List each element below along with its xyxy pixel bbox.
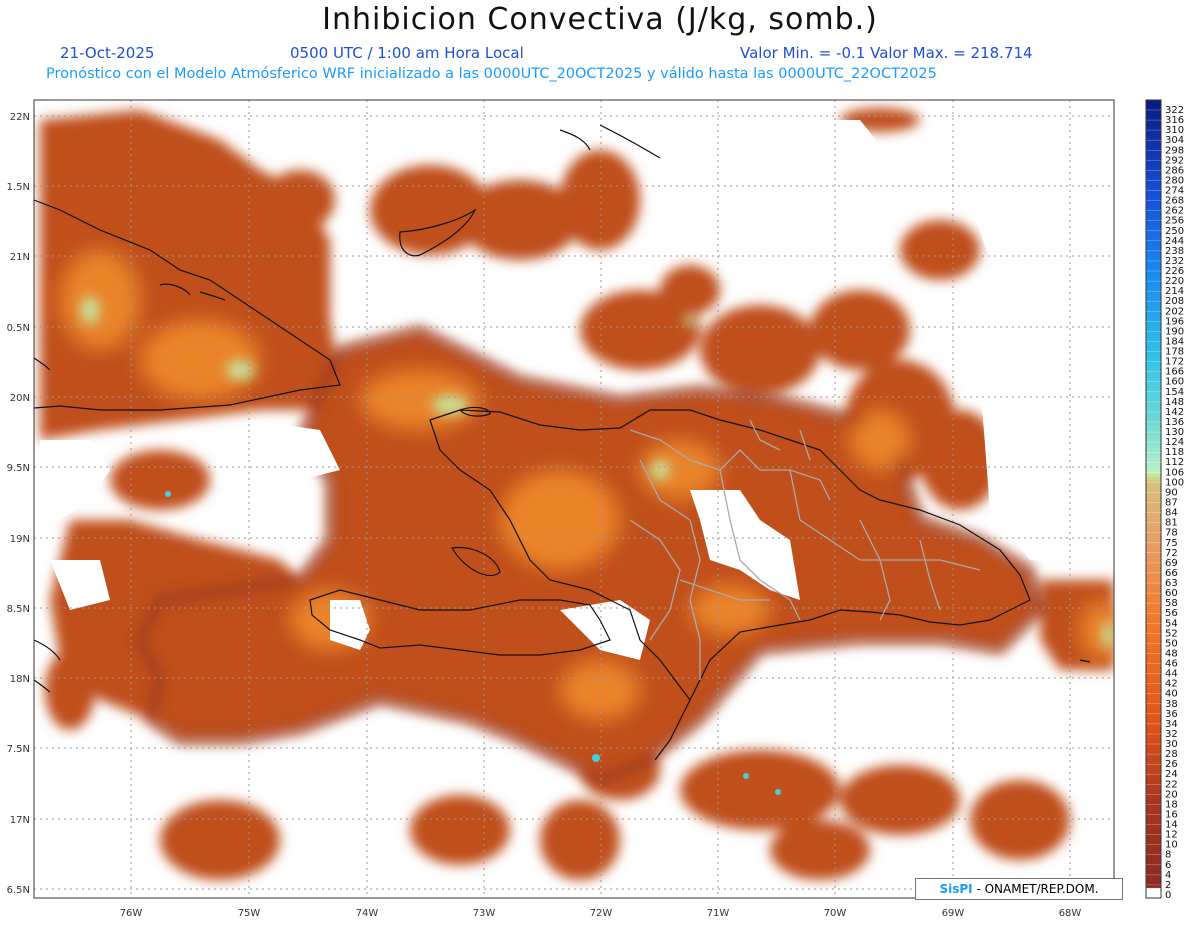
lon-label: 73W [473, 908, 496, 919]
lat-label: 9.5N [7, 463, 30, 474]
lat-label: 0.5N [7, 323, 30, 334]
lat-label: 21N [10, 252, 30, 263]
lon-label: 72W [590, 908, 613, 919]
lat-label: 6.5N [7, 885, 30, 896]
lat-label: 22N [10, 112, 30, 123]
lat-label: 7.5N [7, 744, 30, 755]
colorbar-tick-label: 0 [1165, 890, 1171, 901]
lat-label: 18N [10, 674, 30, 685]
forecast-map: 22N 1.5N 21N 0.5N 20N 9.5N 19N 8.5N 18N … [7, 99, 1184, 919]
lat-label: 20N [10, 393, 30, 404]
longitude-labels: 76W 75W 74W 73W 72W 71W 70W 69W 68W [120, 908, 1082, 919]
lon-label: 68W [1059, 908, 1082, 919]
lat-label: 8.5N [7, 604, 30, 615]
lon-label: 74W [356, 908, 379, 919]
lat-label: 17N [10, 815, 30, 826]
credit-box: SisPI - ONAMET/REP.DOM. [915, 878, 1123, 900]
lon-label: 76W [120, 908, 143, 919]
colorbar-gradient [1145, 99, 1162, 899]
colorbar: 3223163103042982922862802742682622562502… [1145, 99, 1184, 901]
lon-label: 71W [707, 908, 730, 919]
latitude-labels: 22N 1.5N 21N 0.5N 20N 9.5N 19N 8.5N 18N … [7, 112, 30, 896]
lon-label: 75W [238, 908, 261, 919]
lon-label: 69W [942, 908, 965, 919]
lon-label: 70W [824, 908, 847, 919]
lat-label: 19N [10, 534, 30, 545]
sispi-logo: SisPI [939, 882, 973, 896]
lat-label: 1.5N [7, 182, 30, 193]
credit-text: - ONAMET/REP.DOM. [972, 882, 1099, 896]
